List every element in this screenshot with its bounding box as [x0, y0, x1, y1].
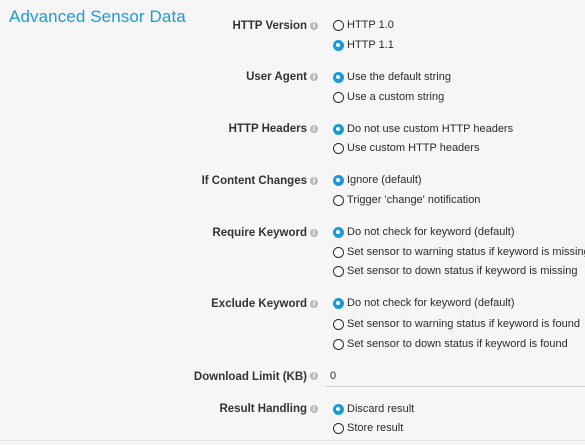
- radio-button[interactable]: [333, 338, 344, 350]
- info-icon[interactable]: i: [310, 405, 318, 413]
- radio-button[interactable]: [333, 265, 344, 277]
- info-icon[interactable]: i: [310, 177, 318, 185]
- exclude-keyword-label: Exclude Keyword: [211, 298, 307, 310]
- option-label: Do not use custom HTTP headers: [347, 123, 514, 135]
- content-changes-option-trigger[interactable]: Trigger 'change' notification: [333, 192, 480, 208]
- info-icon[interactable]: i: [310, 22, 318, 30]
- result-handling-option-discard[interactable]: Discard result: [333, 401, 414, 417]
- info-icon[interactable]: i: [310, 229, 318, 237]
- option-label: Use custom HTTP headers: [347, 142, 480, 154]
- require-keyword-option-default[interactable]: Do not check for keyword (default): [333, 224, 515, 240]
- result-handling-label: Result Handling: [219, 403, 307, 415]
- require-keyword-label: Require Keyword: [212, 227, 307, 239]
- radio-button[interactable]: [333, 246, 344, 258]
- divider: [0, 440, 585, 441]
- option-label: Do not check for keyword (default): [347, 297, 515, 309]
- option-label: HTTP 1.1: [347, 39, 394, 51]
- option-label: Ignore (default): [347, 174, 422, 186]
- user-agent-option-default[interactable]: Use the default string: [333, 69, 451, 85]
- http-headers-label: HTTP Headers: [228, 123, 307, 135]
- download-limit-label: Download Limit (KB): [193, 371, 307, 383]
- radio-button-selected[interactable]: [333, 174, 344, 186]
- info-icon[interactable]: i: [310, 372, 318, 380]
- http-headers-option-custom[interactable]: Use custom HTTP headers: [333, 140, 479, 156]
- radio-button-selected[interactable]: [333, 71, 344, 83]
- info-icon[interactable]: i: [310, 73, 318, 81]
- option-label: Set sensor to warning status if keyword …: [347, 318, 580, 330]
- result-handling-option-store[interactable]: Store result: [333, 420, 403, 436]
- require-keyword-option-down[interactable]: Set sensor to down status if keyword is …: [333, 263, 577, 279]
- content-changes-label: If Content Changes: [201, 175, 307, 187]
- radio-button-selected[interactable]: [333, 226, 344, 238]
- radio-button-selected[interactable]: [333, 403, 344, 415]
- option-label: Use a custom string: [347, 91, 445, 103]
- option-label: HTTP 1.0: [347, 19, 394, 31]
- radio-button[interactable]: [333, 422, 344, 434]
- option-label: Discard result: [347, 403, 415, 415]
- info-icon[interactable]: i: [310, 125, 318, 133]
- user-agent-option-custom[interactable]: Use a custom string: [333, 89, 444, 105]
- radio-button[interactable]: [333, 19, 344, 31]
- download-limit-input[interactable]: [326, 365, 585, 387]
- option-label: Store result: [347, 422, 404, 434]
- option-label: Set sensor to down status if keyword is …: [347, 265, 578, 277]
- http-version-label: HTTP Version: [232, 20, 307, 32]
- radio-button-selected[interactable]: [333, 123, 344, 135]
- radio-button[interactable]: [333, 318, 344, 330]
- info-icon[interactable]: i: [310, 300, 318, 308]
- page-title: Advanced Sensor Data: [9, 7, 186, 26]
- radio-button-selected[interactable]: [333, 297, 344, 309]
- option-label: Use the default string: [347, 71, 451, 83]
- radio-button-selected[interactable]: [333, 39, 344, 51]
- exclude-keyword-option-warning[interactable]: Set sensor to warning status if keyword …: [333, 316, 580, 332]
- option-label: Do not check for keyword (default): [347, 226, 515, 238]
- option-label: Set sensor to warning status if keyword …: [347, 246, 585, 258]
- radio-button[interactable]: [333, 91, 344, 103]
- http-version-option-1-0[interactable]: HTTP 1.0: [333, 17, 394, 33]
- http-headers-option-none[interactable]: Do not use custom HTTP headers: [333, 121, 513, 137]
- option-label: Set sensor to down status if keyword is …: [347, 338, 568, 350]
- user-agent-label: User Agent: [246, 71, 307, 83]
- content-changes-option-ignore[interactable]: Ignore (default): [333, 172, 422, 188]
- require-keyword-option-warning[interactable]: Set sensor to warning status if keyword …: [333, 244, 585, 260]
- radio-button[interactable]: [333, 142, 344, 154]
- exclude-keyword-option-down[interactable]: Set sensor to down status if keyword is …: [333, 336, 568, 352]
- option-label: Trigger 'change' notification: [347, 194, 481, 206]
- exclude-keyword-option-default[interactable]: Do not check for keyword (default): [333, 295, 515, 311]
- http-version-option-1-1[interactable]: HTTP 1.1: [333, 37, 394, 53]
- radio-button[interactable]: [333, 194, 344, 206]
